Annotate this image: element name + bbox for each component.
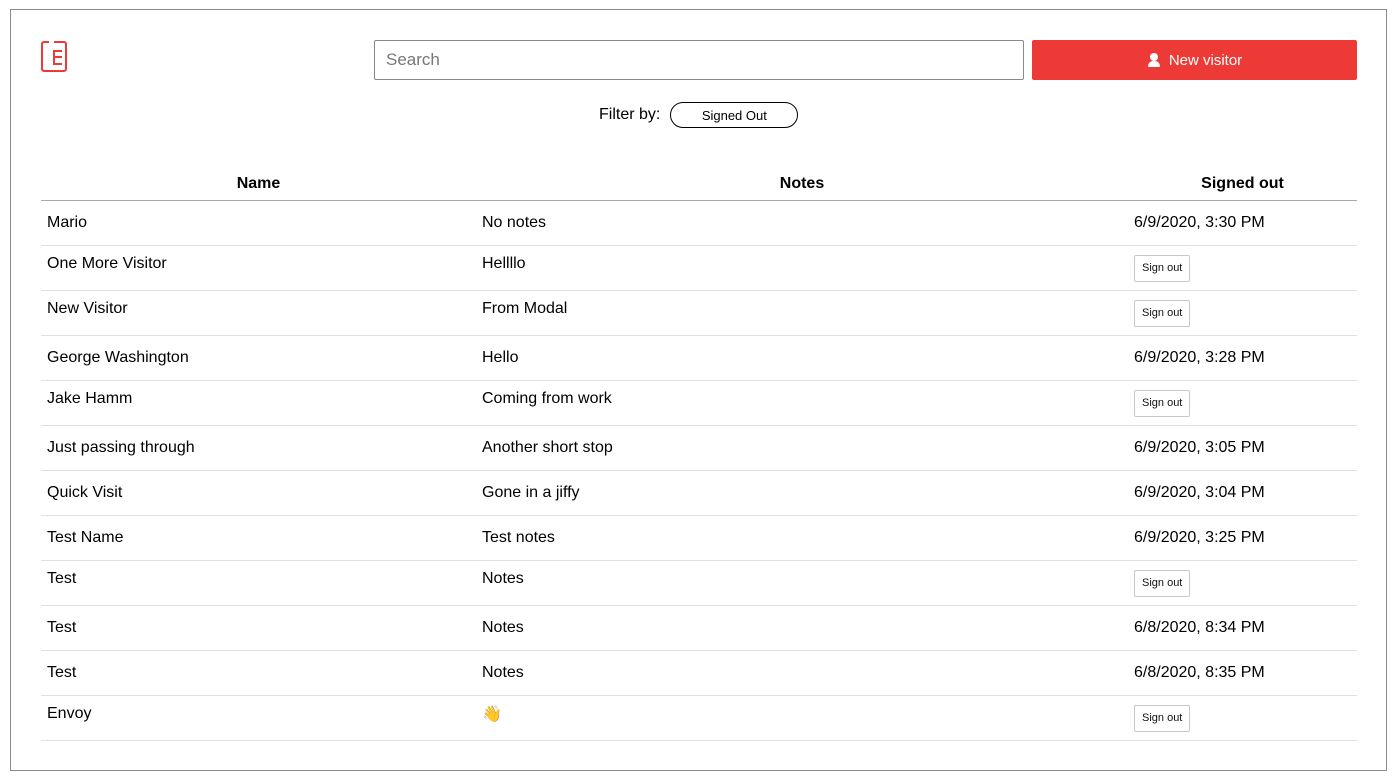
- sign-out-button[interactable]: Sign out: [1134, 299, 1191, 327]
- visitor-name-cell: Quick Visit: [41, 470, 476, 516]
- visitor-notes-cell: Hellllo: [476, 245, 1128, 291]
- filter-signed-out-pill[interactable]: Signed Out: [670, 102, 799, 128]
- visitor-table: Name Notes Signed out Mario No notes 6/9/2…: [41, 167, 1357, 741]
- visitor-name: One More Visitor: [47, 255, 167, 272]
- visitor-notes-cell: Hello: [476, 335, 1128, 381]
- signed-out-time: 6/9/2020, 3:25 PM: [1134, 529, 1265, 546]
- signed-out-cell: 6/8/2020, 8:34 PM: [1128, 605, 1357, 651]
- visitor-notes: Coming from work: [482, 390, 612, 407]
- new-visitor-label: New visitor: [1168, 51, 1243, 69]
- visitor-notes-cell: No notes: [476, 200, 1128, 246]
- app-frame: New visitor Filter by: Signed Out Name N…: [10, 9, 1387, 771]
- visitor-notes: Gone in a jiffy: [482, 484, 580, 501]
- visitor-name: Quick Visit: [47, 484, 123, 501]
- table-row: Jake Hamm Coming from work Sign out: [41, 380, 1357, 426]
- visitor-notes-cell: Test notes: [476, 515, 1128, 561]
- sign-out-button[interactable]: Sign out: [1134, 569, 1191, 597]
- new-visitor-button[interactable]: New visitor: [1032, 40, 1357, 80]
- visitor-notes: Hellllo: [482, 255, 526, 272]
- visitor-name-cell: Test Name: [41, 515, 476, 561]
- visitor-name: Envoy: [47, 705, 92, 722]
- table-row: Envoy 👋 Sign out: [41, 695, 1357, 741]
- visitor-notes-cell: Coming from work: [476, 380, 1128, 426]
- table-row: Test Notes 6/8/2020, 8:35 PM: [41, 650, 1357, 696]
- visitor-notes: From Modal: [482, 300, 568, 317]
- visitor-name: George Washington: [47, 349, 189, 366]
- table-row: Quick Visit Gone in a jiffy 6/9/2020, 3:04…: [41, 470, 1357, 516]
- visitor-name: Test Name: [47, 529, 124, 546]
- signed-out-time: 6/9/2020, 3:05 PM: [1134, 439, 1265, 456]
- visitor-notes-cell: 👋: [476, 695, 1128, 741]
- table-row: Test Name Test notes 6/9/2020, 3:25 PM: [41, 515, 1357, 561]
- visitor-name-cell: Mario: [41, 200, 476, 246]
- visitor-name: Jake Hamm: [47, 390, 133, 407]
- search-input[interactable]: [374, 40, 1024, 80]
- visitor-notes: 👋: [482, 706, 502, 723]
- table-row: Mario No notes 6/9/2020, 3:30 PM: [41, 200, 1357, 246]
- visitor-name-cell: One More Visitor: [41, 245, 476, 291]
- visitor-notes-cell: Notes: [476, 605, 1128, 651]
- column-header-notes: Notes: [476, 167, 1128, 201]
- visitor-notes-cell: Notes: [476, 650, 1128, 696]
- table-header-row: Name Notes Signed out: [41, 167, 1357, 201]
- visitor-name: Test: [47, 664, 77, 681]
- signed-out-time: 6/9/2020, 3:30 PM: [1134, 214, 1265, 231]
- visitor-name: Just passing through: [47, 439, 195, 456]
- signed-out-cell: Sign out: [1128, 380, 1357, 426]
- visitor-name-cell: George Washington: [41, 335, 476, 381]
- visitor-name-cell: Envoy: [41, 695, 476, 741]
- visitor-notes-cell: Notes: [476, 560, 1128, 606]
- signed-out-time: 6/9/2020, 3:28 PM: [1134, 349, 1265, 366]
- visitor-notes: Notes: [482, 664, 524, 681]
- filter-label: Filter by:: [599, 106, 661, 123]
- sign-out-button[interactable]: Sign out: [1134, 389, 1191, 417]
- signed-out-cell: Sign out: [1128, 560, 1357, 606]
- table-row: George Washington Hello 6/9/2020, 3:28 PM: [41, 335, 1357, 381]
- signed-out-cell: 6/8/2020, 8:35 PM: [1128, 650, 1357, 696]
- sign-out-button[interactable]: Sign out: [1134, 704, 1191, 732]
- visitor-name: Test: [47, 570, 77, 587]
- visitor-notes-cell: Gone in a jiffy: [476, 470, 1128, 516]
- signed-out-cell: 6/9/2020, 3:05 PM: [1128, 425, 1357, 471]
- signed-out-time: 6/8/2020, 8:34 PM: [1134, 619, 1265, 636]
- table-row: One More Visitor Hellllo Sign out: [41, 245, 1357, 291]
- visitor-name-cell: Test: [41, 650, 476, 696]
- table-row: Just passing through Another short stop 6/…: [41, 425, 1357, 471]
- visitor-name: Test: [47, 619, 77, 636]
- visitor-name-cell: Test: [41, 560, 476, 606]
- signed-out-cell: Sign out: [1128, 245, 1357, 291]
- column-header-signed-out: Signed out: [1128, 167, 1357, 201]
- table-row: New Visitor From Modal Sign out: [41, 290, 1357, 336]
- sign-out-button[interactable]: Sign out: [1134, 254, 1191, 282]
- signed-out-cell: Sign out: [1128, 290, 1357, 336]
- visitor-notes: Test notes: [482, 529, 555, 546]
- visitor-name-cell: Test: [41, 605, 476, 651]
- visitor-name-cell: Jake Hamm: [41, 380, 476, 426]
- table-row: Test Notes Sign out: [41, 560, 1357, 606]
- visitor-notes-cell: Another short stop: [476, 425, 1128, 471]
- visitor-notes: No notes: [482, 214, 547, 231]
- visitor-name: New Visitor: [47, 300, 128, 317]
- filter-bar: Filter by: Signed Out: [599, 102, 799, 128]
- signed-out-cell: Sign out: [1128, 695, 1357, 741]
- visitor-name-cell: Just passing through: [41, 425, 476, 471]
- signed-out-cell: 6/9/2020, 3:28 PM: [1128, 335, 1357, 381]
- column-header-name: Name: [41, 167, 476, 201]
- visitor-name-cell: New Visitor: [41, 290, 476, 336]
- signed-out-time: 6/8/2020, 8:35 PM: [1134, 664, 1265, 681]
- table-row: Test Notes 6/8/2020, 8:34 PM: [41, 605, 1357, 651]
- signed-out-cell: 6/9/2020, 3:04 PM: [1128, 470, 1357, 516]
- signed-out-cell: 6/9/2020, 3:30 PM: [1128, 200, 1357, 246]
- user-icon: [1147, 53, 1161, 67]
- visitor-notes: Another short stop: [482, 439, 613, 456]
- visitor-notes: Notes: [482, 619, 524, 636]
- visitor-notes: Hello: [482, 349, 519, 366]
- signed-out-cell: 6/9/2020, 3:25 PM: [1128, 515, 1357, 561]
- visitor-notes: Notes: [482, 570, 524, 587]
- visitor-notes-cell: From Modal: [476, 290, 1128, 336]
- visitor-name: Mario: [47, 214, 88, 231]
- signed-out-time: 6/9/2020, 3:04 PM: [1134, 484, 1265, 501]
- envoy-logo-icon: [41, 41, 67, 72]
